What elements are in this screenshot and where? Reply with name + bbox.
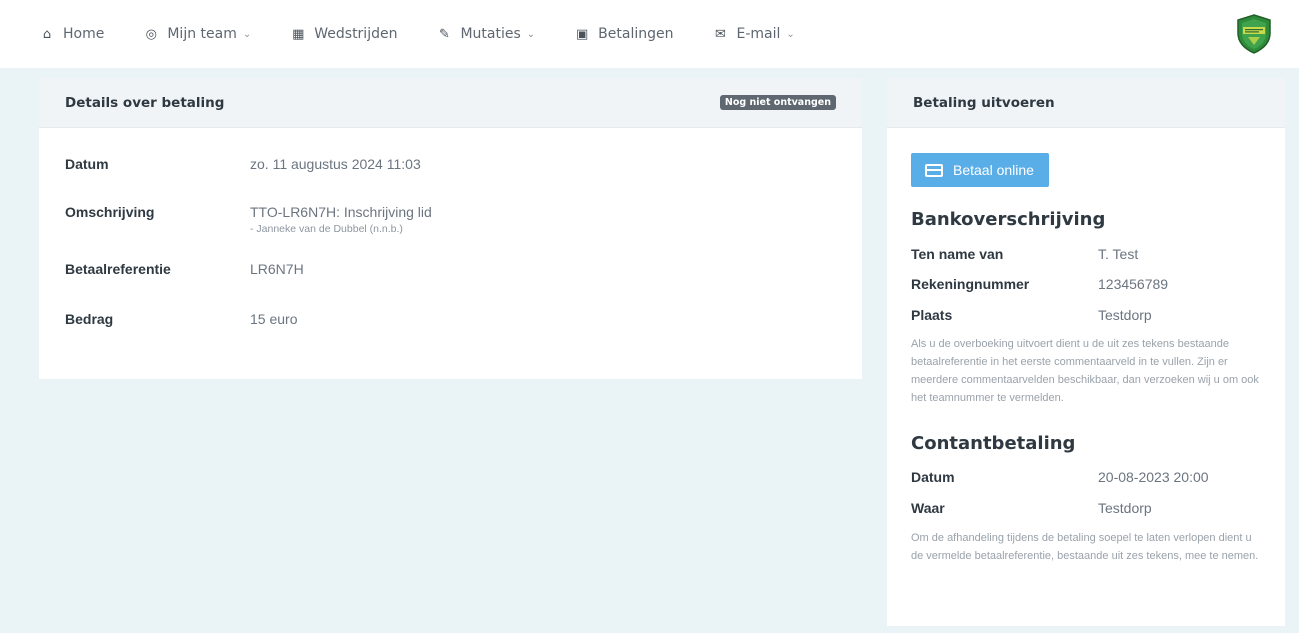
- envelope-icon: ✉: [715, 26, 726, 42]
- detail-row-omschrijving: Omschrijving TTO-LR6N7H: Inschrijving li…: [65, 204, 432, 235]
- nav-mijn-team[interactable]: ◎ Mijn team ⌄: [144, 26, 252, 42]
- detail-value: LR6N7H: [250, 261, 304, 277]
- edit-icon: ✎: [439, 26, 450, 42]
- chevron-down-icon: ⌄: [526, 28, 536, 40]
- pay-online-button[interactable]: Betaal online: [911, 153, 1049, 187]
- cash-value: Testdorp: [1098, 500, 1152, 516]
- nav-betalingen-label: Betalingen: [598, 26, 674, 42]
- nav-email[interactable]: ✉ E-mail ⌄: [713, 26, 795, 42]
- chevron-down-icon: ⌄: [242, 28, 252, 40]
- credit-card-icon: [925, 163, 943, 177]
- nav-home[interactable]: ⌂ Home: [40, 26, 104, 42]
- target-icon: ◎: [145, 26, 158, 42]
- detail-row-bedrag: Bedrag 15 euro: [65, 311, 297, 327]
- execute-payment-title: Betaling uitvoeren: [913, 94, 1055, 111]
- cash-payment-note: Om de afhandeling tijdens de betaling so…: [911, 532, 1259, 562]
- nav-mutaties-label: Mutaties: [460, 26, 521, 42]
- detail-value: zo. 11 augustus 2024 11:03: [250, 156, 421, 172]
- cash-value: 20-08-2023 20:00: [1098, 469, 1209, 485]
- club-logo[interactable]: [1236, 14, 1272, 54]
- cash-row-where: Waar Testdorp: [911, 500, 1152, 516]
- bank-label: Ten name van: [911, 246, 1004, 262]
- detail-label: Datum: [65, 156, 109, 172]
- cash-label: Datum: [911, 469, 955, 485]
- payment-details-title: Details over betaling: [65, 94, 225, 111]
- cash-label: Waar: [911, 500, 945, 516]
- detail-label: Omschrijving: [65, 204, 155, 220]
- bank-row-name: Ten name van T. Test: [911, 246, 1138, 262]
- bank-row-place: Plaats Testdorp: [911, 307, 1152, 323]
- nav-wedstrijden-label: Wedstrijden: [314, 26, 398, 42]
- bank-label: Rekeningnummer: [911, 276, 1030, 292]
- execute-payment-card: Betaling uitvoeren Betaal online Bankove…: [887, 78, 1285, 626]
- nav-betalingen[interactable]: ▣ Betalingen: [575, 26, 673, 42]
- detail-row-datum: Datum zo. 11 augustus 2024 11:03: [65, 156, 421, 172]
- bank-value: T. Test: [1098, 246, 1139, 262]
- execute-payment-header: Betaling uitvoeren: [887, 78, 1285, 128]
- status-badge: Nog niet ontvangen: [719, 95, 836, 110]
- cash-row-date: Datum 20-08-2023 20:00: [911, 469, 1209, 485]
- nav-mutaties[interactable]: ✎ Mutaties ⌄: [437, 26, 535, 42]
- detail-label: Bedrag: [65, 311, 114, 327]
- detail-value: 15 euro: [250, 311, 298, 327]
- home-icon: ⌂: [42, 26, 52, 42]
- detail-label: Betaalreferentie: [65, 261, 171, 277]
- nav-email-label: E-mail: [736, 26, 781, 42]
- main-nav: ⌂ Home ◎ Mijn team ⌄ ▦ Wedstrijden ✎ Mut…: [40, 0, 835, 68]
- detail-row-betaalreferentie: Betaalreferentie LR6N7H: [65, 261, 304, 277]
- detail-subvalue: - Janneke van de Dubbel (n.n.b.): [250, 223, 403, 235]
- bank-transfer-note: Als u de overboeking uitvoert dient u de…: [911, 338, 1259, 404]
- nav-wedstrijden[interactable]: ▦ Wedstrijden: [291, 26, 397, 42]
- nav-mijn-team-label: Mijn team: [167, 26, 237, 42]
- calendar-grid-icon: ▦: [292, 26, 305, 42]
- bank-value: 123456789: [1098, 276, 1169, 292]
- detail-value-group: TTO-LR6N7H: Inschrijving lid - Janneke v…: [250, 204, 432, 235]
- payment-details-header: Details over betaling Nog niet ontvangen: [39, 78, 862, 128]
- payment-details-card: Details over betaling Nog niet ontvangen…: [39, 78, 862, 379]
- detail-value: TTO-LR6N7H: Inschrijving lid: [250, 204, 432, 220]
- top-navbar: ⌂ Home ◎ Mijn team ⌄ ▦ Wedstrijden ✎ Mut…: [0, 0, 1299, 68]
- nav-home-label: Home: [63, 26, 105, 42]
- bank-transfer-title: Bankoverschrijving: [911, 209, 1106, 230]
- cash-payment-title: Contantbetaling: [911, 433, 1076, 454]
- bank-label: Plaats: [911, 307, 953, 323]
- bank-value: Testdorp: [1098, 307, 1152, 323]
- pay-online-label: Betaal online: [953, 162, 1034, 178]
- chevron-down-icon: ⌄: [786, 28, 795, 40]
- money-icon: ▣: [576, 26, 589, 42]
- bank-row-account: Rekeningnummer 123456789: [911, 276, 1168, 292]
